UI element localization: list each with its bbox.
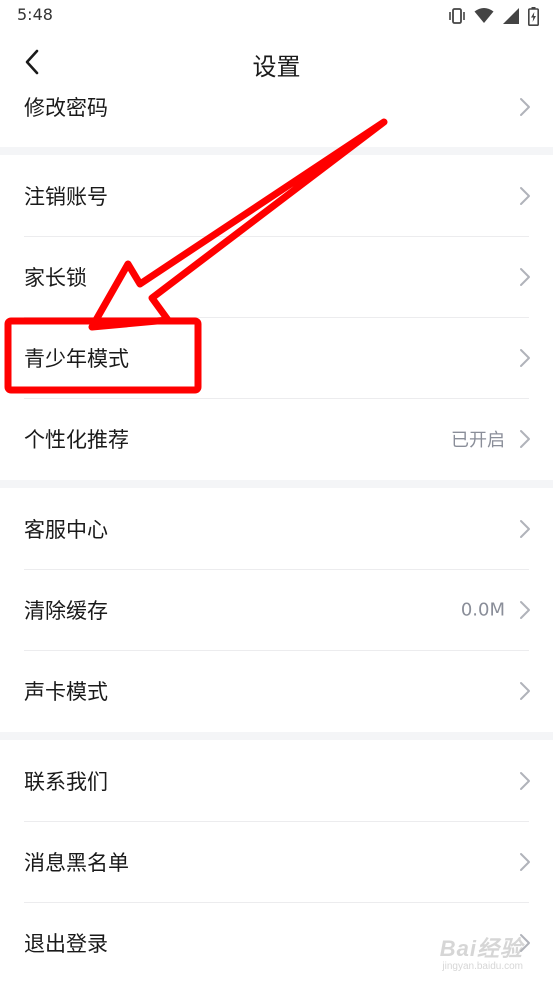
setting-row-customer-service[interactable]: 客服中心 [0,489,553,569]
chevron-right-icon [520,520,530,538]
row-label: 个性化推荐 [24,428,129,452]
vibrate-icon [449,8,465,24]
row-label: 客服中心 [24,518,108,542]
row-label: 消息黑名单 [24,851,129,875]
section-gap [0,732,553,740]
row-label: 清除缓存 [24,599,108,623]
row-value: 已开启 [451,430,505,451]
chevron-right-icon [520,934,530,952]
battery-charging-icon [528,6,539,26]
chevron-right-icon [520,430,530,448]
setting-row-contact-us[interactable]: 联系我们 [0,741,553,821]
section-gap [0,147,553,155]
setting-row-teen-mode[interactable]: 青少年模式 [0,318,553,398]
wifi-icon [474,8,494,23]
chevron-right-icon [520,98,530,116]
setting-row-sound-card-mode[interactable]: 声卡模式 [0,651,553,731]
setting-row-delete-account[interactable]: 注销账号 [0,156,553,236]
chevron-right-icon [520,682,530,700]
chevron-right-icon [520,268,530,286]
setting-row-personalized-recommendation[interactable]: 个性化推荐 已开启 [0,399,553,479]
status-bar: 5:48 [0,0,553,32]
status-icons [448,6,539,26]
row-value: 0.0M [460,599,505,621]
row-label: 声卡模式 [24,680,108,704]
chevron-right-icon [520,187,530,205]
setting-row-change-password[interactable]: 修改密码 [0,67,553,147]
setting-row-parental-lock[interactable]: 家长锁 [0,237,553,317]
row-label: 家长锁 [24,266,87,290]
chevron-right-icon [520,772,530,790]
signal-icon [503,8,519,24]
row-label: 修改密码 [24,96,108,120]
setting-row-message-blacklist[interactable]: 消息黑名单 [0,822,553,902]
row-label: 青少年模式 [24,347,129,371]
status-time: 5:48 [17,5,53,24]
setting-row-clear-cache[interactable]: 清除缓存 0.0M [0,570,553,650]
chevron-right-icon [520,853,530,871]
row-label: 退出登录 [24,932,108,956]
setting-row-logout[interactable]: 退出登录 [0,903,553,983]
row-label: 联系我们 [24,770,108,794]
chevron-right-icon [520,601,530,619]
row-label: 注销账号 [24,185,108,209]
chevron-right-icon [520,349,530,367]
section-gap [0,480,553,488]
